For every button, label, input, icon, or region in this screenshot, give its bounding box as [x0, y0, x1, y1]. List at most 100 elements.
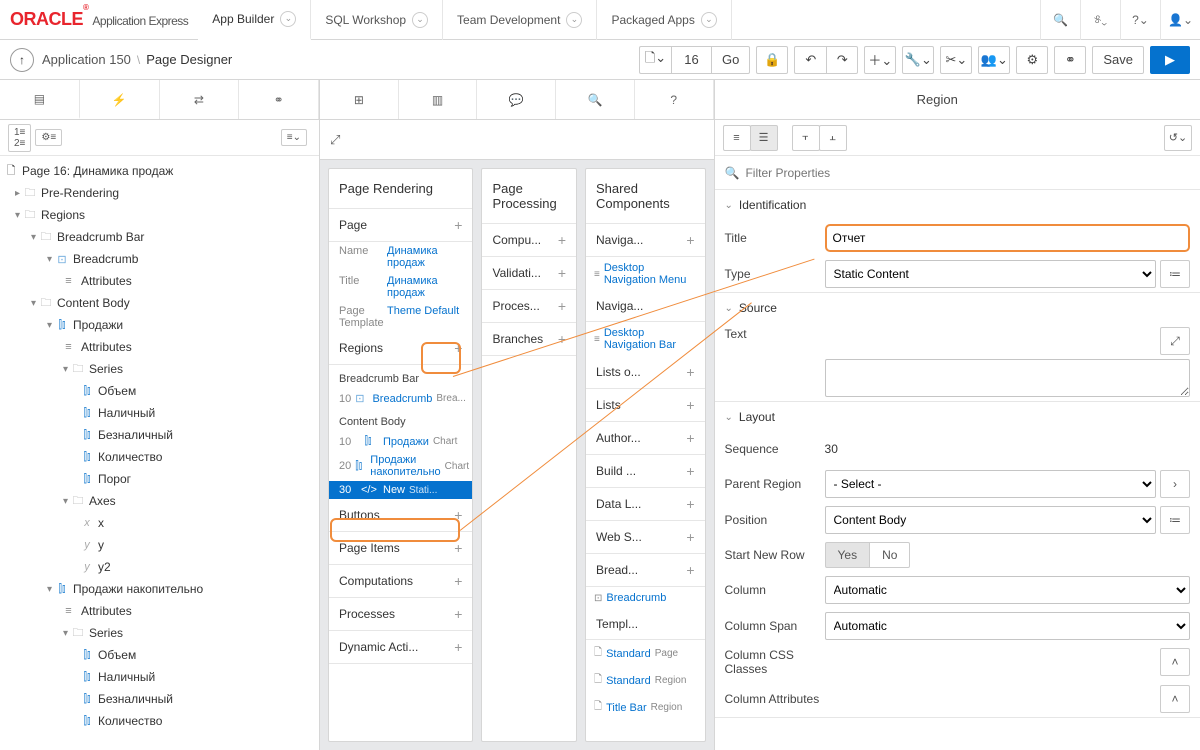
tab-processing[interactable]: ⇄ — [160, 80, 240, 119]
tree-menu[interactable]: ≡⌄ — [281, 129, 307, 146]
page-name-link[interactable]: Динамика продаж — [387, 245, 462, 269]
team-dev-menu[interactable]: 👥⌄ — [978, 46, 1010, 74]
plus-icon[interactable]: + — [454, 217, 462, 233]
tree-content-body[interactable]: ▾🗀Content Body — [0, 292, 319, 314]
region-row[interactable]: 20⫿⫾Продажи накопительноChart — [329, 451, 472, 481]
tree-series-item[interactable]: ⫿⫾Наличный — [0, 666, 319, 688]
collapse-all[interactable]: ⫟ — [792, 125, 820, 151]
start-new-row-toggle[interactable]: Yes No — [825, 542, 911, 568]
toggle-no[interactable]: No — [870, 542, 910, 568]
view-collapsed[interactable]: ≡ — [723, 125, 751, 151]
shared-section[interactable]: Lists+ — [586, 389, 705, 422]
tree-series-item[interactable]: ⫿⫾Наличный — [0, 402, 319, 424]
tree-series-item[interactable]: ⫿⫾Количество — [0, 446, 319, 468]
admin-icon[interactable]: ୫⌄ — [1080, 0, 1120, 40]
template-row[interactable]: 🗋StandardRegion — [586, 667, 705, 694]
region-row[interactable]: 10⊡BreadcrumbBrea... — [329, 389, 472, 408]
region-row-selected[interactable]: 30</>NewStati... — [329, 481, 472, 499]
tree-chart-prod[interactable]: ▾⫿⫾Продажи — [0, 314, 319, 336]
shared-link[interactable]: ≡Desktop Navigation Bar — [586, 322, 705, 356]
shared-section[interactable]: Naviga...+ — [586, 224, 705, 257]
shared-button[interactable]: ⚭ — [1054, 46, 1086, 74]
create-menu[interactable]: ＋⌄ — [864, 46, 896, 74]
settings-button[interactable]: ⚙ — [1016, 46, 1048, 74]
type-select[interactable]: Static Content — [825, 260, 1156, 288]
shared-section[interactable]: Build ...+ — [586, 455, 705, 488]
tree-series[interactable]: ▾🗀Series — [0, 358, 319, 380]
shortcuts-menu[interactable]: ✂⌄ — [940, 46, 972, 74]
tab-dynamic-actions[interactable]: ⚡ — [80, 80, 160, 119]
proc-section[interactable]: Proces...+ — [482, 290, 576, 323]
tab-rendering-tree[interactable]: ▤ — [0, 80, 80, 119]
section-processes[interactable]: Processes+ — [329, 598, 472, 631]
proc-section[interactable]: Compu...+ — [482, 224, 576, 257]
filter-input[interactable] — [745, 166, 1190, 180]
breadcrumb-app[interactable]: Application 150 — [42, 52, 131, 67]
section-source[interactable]: ⌄Source — [715, 293, 1200, 323]
tab-help[interactable]: ? — [635, 80, 714, 119]
tree-attributes[interactable]: ≡Attributes — [0, 600, 319, 622]
template-row[interactable]: 🗋Title BarRegion — [586, 694, 705, 721]
shared-link[interactable]: ⊡Breadcrumb — [586, 587, 705, 609]
page-number-input[interactable] — [671, 46, 711, 74]
tab-page-search[interactable]: 🔍 — [556, 80, 635, 119]
colattr-expand-button[interactable]: ˄ — [1160, 685, 1190, 713]
tree-regions[interactable]: ▾🗀Regions — [0, 204, 319, 226]
source-text-input[interactable] — [825, 359, 1190, 397]
up-icon[interactable]: ↑ — [10, 48, 34, 72]
shared-link[interactable]: ≡Desktop Navigation Menu — [586, 257, 705, 291]
title-input[interactable] — [825, 224, 1190, 252]
lock-button[interactable]: 🔒 — [756, 46, 788, 74]
position-options-button[interactable]: ≔ — [1160, 506, 1190, 534]
tree-axis-item[interactable]: yy — [0, 534, 319, 556]
proc-section[interactable]: Branches+ — [482, 323, 576, 356]
shared-section[interactable]: Templ... — [586, 609, 705, 640]
tree-series-item[interactable]: ⫿⫾Безналичный — [0, 688, 319, 710]
chevron-down-icon[interactable]: ⌄ — [701, 12, 717, 28]
toggle-yes[interactable]: Yes — [825, 542, 871, 568]
position-select[interactable]: Content Body — [825, 506, 1156, 534]
section-page[interactable]: Page+ — [329, 209, 472, 242]
utilities-menu[interactable]: 🔧⌄ — [902, 46, 934, 74]
tree-pre-rendering[interactable]: ▸🗀Pre-Rendering — [0, 182, 319, 204]
tree-series-item[interactable]: ⫿⫾Количество — [0, 710, 319, 732]
tab-messages[interactable]: 💬 — [477, 80, 556, 119]
shared-section[interactable]: Web S...+ — [586, 521, 705, 554]
filter-button[interactable]: ⚙≡ — [35, 129, 62, 146]
template-row[interactable]: 🗋StandardPage — [586, 640, 705, 667]
sort-button[interactable]: 1≡2≡ — [8, 124, 31, 152]
go-button[interactable]: Go — [711, 46, 750, 74]
section-regions[interactable]: Regions+ — [329, 332, 472, 365]
tree-page-node[interactable]: 🗋Page 16: Динамика продаж — [0, 160, 319, 182]
chevron-down-icon[interactable]: ⌄ — [412, 12, 428, 28]
search-icon[interactable]: 🔍 — [1040, 0, 1080, 40]
section-buttons[interactable]: Buttons+ — [329, 499, 472, 532]
tab-layout[interactable]: ⊞ — [320, 80, 399, 119]
column-select[interactable]: Automatic — [825, 576, 1190, 604]
view-expanded[interactable]: ☰ — [750, 125, 778, 151]
section-page-items[interactable]: Page Items+ — [329, 532, 472, 565]
expand-icon[interactable]: ⤢ — [330, 132, 340, 148]
property-menu[interactable]: ↺⌄ — [1164, 125, 1192, 151]
parent-region-select[interactable]: - Select - — [825, 470, 1156, 498]
section-computations[interactable]: Computations+ — [329, 565, 472, 598]
tree-axes[interactable]: ▾🗀Axes — [0, 490, 319, 512]
help-icon[interactable]: ?⌄ — [1120, 0, 1160, 40]
text-expand-button[interactable]: ⤢ — [1160, 327, 1190, 355]
nav-sql-workshop[interactable]: SQL Workshop⌄ — [311, 0, 443, 40]
tree-breadcrumb-bar[interactable]: ▾🗀Breadcrumb Bar — [0, 226, 319, 248]
shared-section[interactable]: Data L...+ — [586, 488, 705, 521]
tab-region[interactable]: Region — [715, 92, 1160, 107]
tree-series-item[interactable]: ⫿⫾Безналичный — [0, 424, 319, 446]
add-region-icon[interactable]: + — [454, 340, 462, 356]
page-title-link[interactable]: Динамика продаж — [387, 275, 462, 299]
shared-section[interactable]: Author...+ — [586, 422, 705, 455]
section-layout[interactable]: ⌄Layout — [715, 402, 1200, 432]
chevron-down-icon[interactable]: ⌄ — [566, 12, 582, 28]
shared-section[interactable]: Naviga... — [586, 291, 705, 322]
chevron-down-icon[interactable]: ⌄ — [280, 11, 296, 27]
page-selector-button[interactable]: 🗋⌄ — [639, 46, 671, 74]
type-options-button[interactable]: ≔ — [1160, 260, 1190, 288]
tree-series[interactable]: ▾🗀Series — [0, 622, 319, 644]
tree-attributes[interactable]: ≡Attributes — [0, 270, 319, 292]
